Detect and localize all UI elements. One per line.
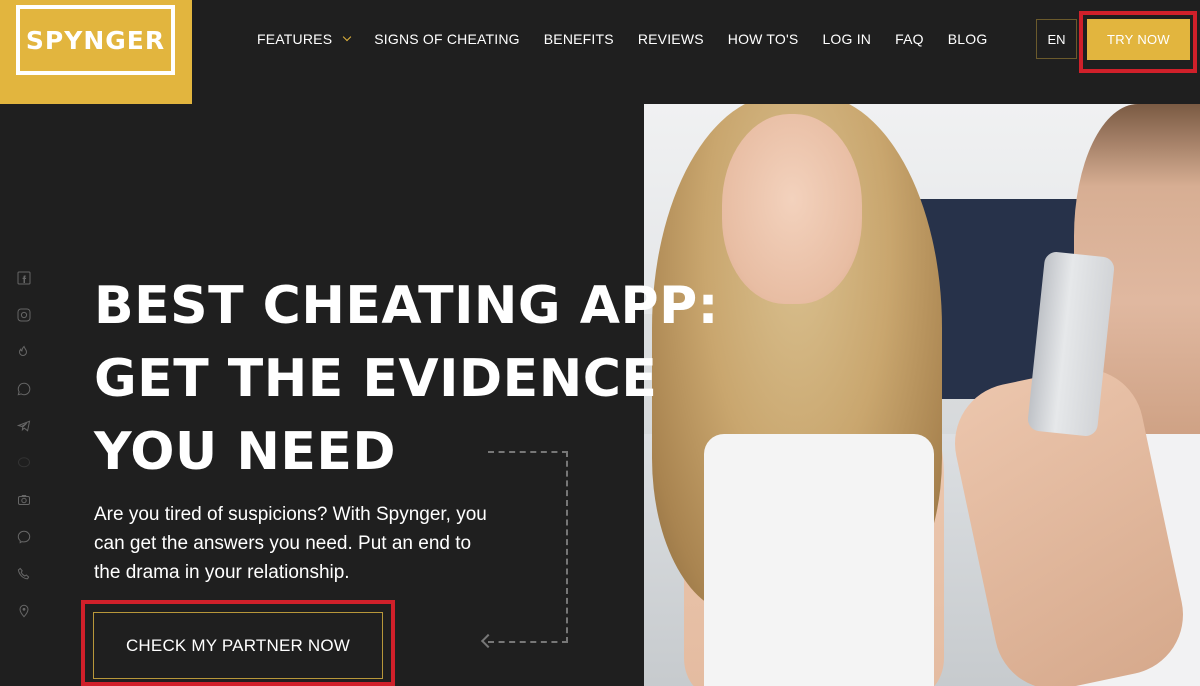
headline-line: GET THE EVIDENCE <box>94 349 658 409</box>
hero-image <box>644 104 1200 686</box>
nav-item-features[interactable]: FEATURES <box>257 31 352 47</box>
phone-icon[interactable] <box>16 566 32 582</box>
nav-item-faq[interactable]: FAQ <box>895 31 924 47</box>
social-sidebar <box>16 270 32 619</box>
nav-item-signs-of-cheating[interactable]: SIGNS OF CHEATING <box>374 31 520 47</box>
nav-item-log-in[interactable]: LOG IN <box>822 31 871 47</box>
nav-item-how-tos[interactable]: HOW TO'S <box>728 31 799 47</box>
hero-headline: BEST CHEATING APP: GET THE EVIDENCE YOU … <box>94 270 719 489</box>
location-icon[interactable] <box>16 603 32 619</box>
check-my-partner-button[interactable]: CHECK MY PARTNER NOW <box>93 612 383 679</box>
logo-text: SPYNGER <box>25 25 166 55</box>
instagram-icon[interactable] <box>16 307 32 323</box>
nav-item-label: FEATURES <box>257 31 333 47</box>
headline-line: BEST CHEATING APP: <box>94 276 719 336</box>
site-header: SPYNGER FEATURES SIGNS OF CHEATING BENEF… <box>0 0 1200 104</box>
headline-line: YOU NEED <box>94 422 397 482</box>
imessage-icon[interactable] <box>16 455 32 471</box>
facebook-icon[interactable] <box>16 270 32 286</box>
logo[interactable]: SPYNGER <box>0 0 192 104</box>
main-nav: FEATURES SIGNS OF CHEATING BENEFITS REVI… <box>257 0 987 78</box>
camera-icon[interactable] <box>16 492 32 508</box>
hero-subtext: Are you tired of suspicions? With Spynge… <box>94 504 487 583</box>
hero-image-woman-face <box>722 114 862 304</box>
whatsapp-icon[interactable] <box>16 381 32 397</box>
chevron-down-icon <box>343 32 352 42</box>
nav-item-blog[interactable]: BLOG <box>948 31 988 47</box>
logo-frame: SPYNGER <box>16 5 175 75</box>
messenger-icon[interactable] <box>16 529 32 545</box>
language-selector[interactable]: EN <box>1036 19 1077 59</box>
hero-image-woman-top <box>704 434 934 686</box>
dashed-arrow-decoration <box>488 451 568 643</box>
telegram-icon[interactable] <box>16 418 32 434</box>
tinder-icon[interactable] <box>16 344 32 360</box>
nav-item-reviews[interactable]: REVIEWS <box>638 31 704 47</box>
try-now-button[interactable]: TRY NOW <box>1087 19 1190 60</box>
nav-item-benefits[interactable]: BENEFITS <box>544 31 614 47</box>
